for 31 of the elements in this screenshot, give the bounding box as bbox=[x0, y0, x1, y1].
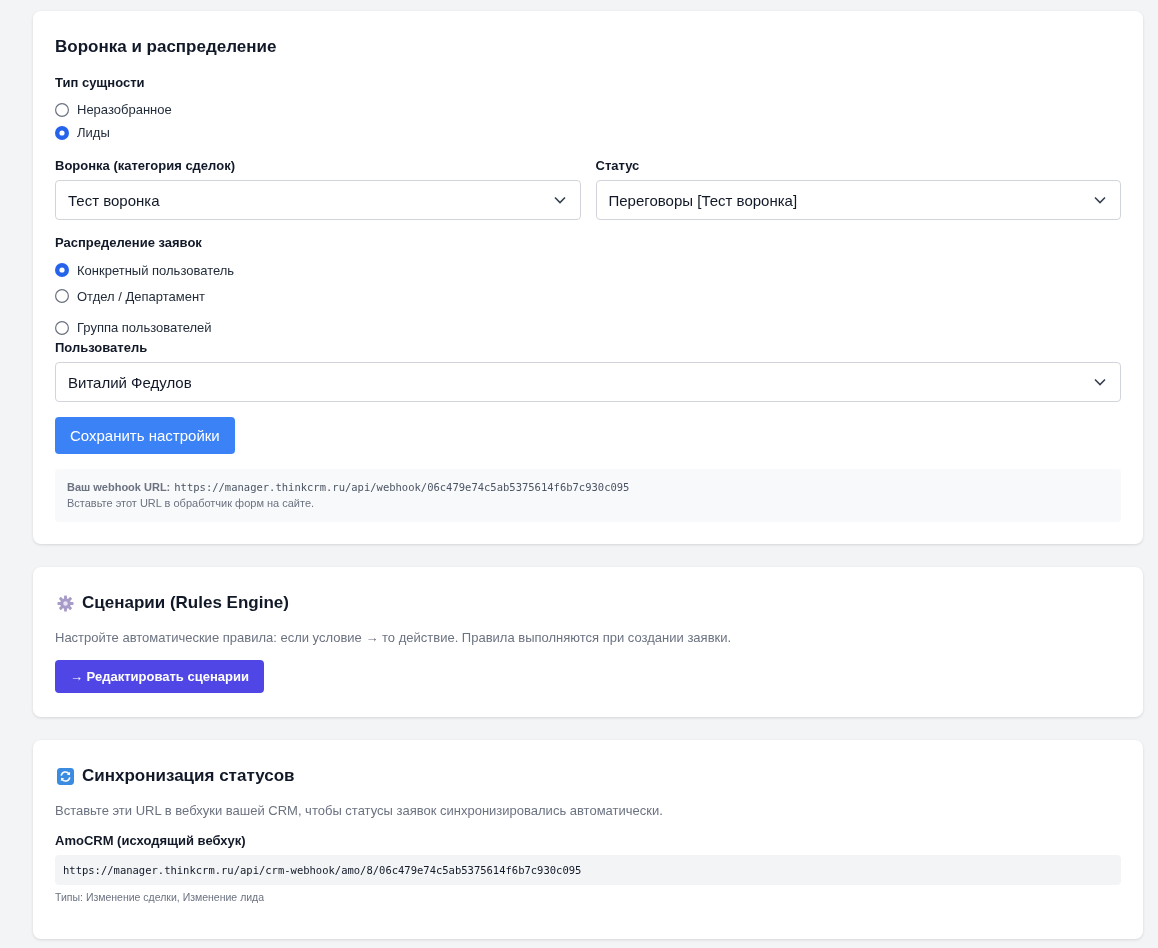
card-title: Воронка и распределение bbox=[55, 36, 278, 58]
field-label: Тип сущности bbox=[55, 74, 146, 92]
card-title: Синхронизация статусов bbox=[82, 765, 295, 787]
event-types: Типы: Изменение сделки, Изменение лида bbox=[55, 890, 265, 904]
card-description: Настройте автоматические правила: если условие → то действие. Правила выполняются при создании заявки. bbox=[55, 629, 732, 647]
webhook-url: https://manager.thinkcrm.ru/api/webhook/06c479e74c5ab5375614f6b7c930c095 bbox=[174, 480, 630, 494]
card-description: Вставьте эти URL в вебхуки вашей CRM, чтобы статусы заявок синхронизировались автоматически. bbox=[55, 802, 663, 820]
pipeline-select[interactable]: Тест воронка bbox=[55, 180, 581, 220]
field-label: Пользователь bbox=[55, 339, 149, 357]
webhook-label: Ваш webhook URL: bbox=[67, 480, 171, 494]
radio-option[interactable]: Лиды bbox=[55, 121, 110, 144]
chevron-down-icon bbox=[1094, 196, 1106, 204]
save-settings-button[interactable]: Сохранить настройки bbox=[55, 417, 235, 454]
edit-scenarios-button[interactable]: → Редактировать сценарии bbox=[55, 660, 264, 693]
field-label: Воронка (категория сделок) bbox=[55, 157, 236, 175]
radio-option[interactable]: Неразобранное bbox=[55, 98, 172, 121]
webhook-hint: Вставьте этот URL в обработчик форм на сайте. bbox=[67, 496, 315, 510]
chevron-down-icon bbox=[553, 196, 566, 204]
radio-option[interactable]: Группа пользователей bbox=[55, 316, 212, 339]
sync-arrows-icon bbox=[57, 767, 74, 785]
field-label: Статус bbox=[595, 157, 641, 175]
gear-icon bbox=[57, 594, 74, 612]
webhook-url-field: https://manager.thinkcrm.ru/api/crm-webhook/amo/8/06c479e74c5ab5375614f6b7c930c095 bbox=[55, 855, 1121, 885]
integration-name: AmoCRM (исходящий вебхук) bbox=[55, 832, 246, 850]
field-label: Распределение заявок bbox=[55, 234, 203, 252]
card-title: Сценарии (Rules Engine) bbox=[82, 592, 289, 614]
radio-option[interactable]: Отдел / Департамент bbox=[55, 283, 206, 309]
status-select[interactable]: Переговоры [Тест воронка] bbox=[595, 180, 1121, 220]
user-select[interactable]: Виталий Федулов bbox=[55, 362, 1121, 402]
chevron-down-icon bbox=[1094, 378, 1106, 386]
radio-option[interactable]: Конкретный пользователь bbox=[55, 257, 235, 283]
